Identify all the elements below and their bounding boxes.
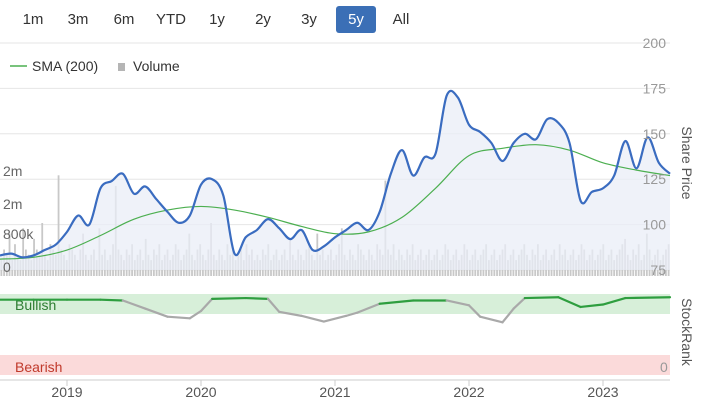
stockrank-segment [523, 296, 560, 300]
volume-legend-swatch [118, 63, 125, 71]
stockrank-segment [244, 296, 270, 300]
volume-tick-label: 2m [3, 196, 22, 212]
bearish-label: Bearish [15, 359, 62, 375]
x-axis: 2019 2020 2021 2022 2023 [51, 380, 619, 400]
chart-legend: SMA (200) Volume [10, 58, 180, 74]
price-axis-title: Share Price [679, 126, 695, 199]
x-tick-label: 2022 [453, 384, 484, 400]
sma-legend-label[interactable]: SMA (200) [32, 58, 98, 74]
volume-tick-label: 0 [3, 259, 11, 275]
stock-chart: SMA (200) Volume 200 175 150 125 100 75 Share… [0, 35, 695, 400]
x-tick-label: 2023 [587, 384, 618, 400]
volume-tick-label: 800k [3, 226, 34, 242]
stockrank-segment [479, 315, 504, 324]
price-tick-label: 125 [643, 171, 667, 187]
stockrank-segment [99, 298, 124, 302]
stockrank-segment [166, 315, 191, 320]
bearish-band [0, 355, 670, 375]
rank-axis-title: StockRank [679, 298, 695, 367]
x-tick-label: 2020 [185, 384, 216, 400]
rank-tick-label: 0 [660, 359, 668, 375]
volume-tick-label: 2m [3, 163, 22, 179]
price-tick-label: 100 [643, 217, 667, 233]
bullish-band [0, 294, 670, 314]
stockrank-segment [322, 314, 348, 323]
price-tick-label: 150 [643, 126, 667, 142]
x-tick-label: 2019 [51, 384, 82, 400]
price-area [0, 90, 670, 271]
volume-legend-label[interactable]: Volume [133, 58, 180, 74]
price-tick-label: 200 [643, 35, 667, 51]
price-tick-label: 175 [643, 80, 667, 96]
stockrank-segment [211, 296, 247, 300]
stockrank-segment [624, 296, 672, 300]
price-tick-label: 75 [650, 262, 666, 278]
stockrank-segment [300, 314, 325, 323]
x-tick-label: 2021 [319, 384, 350, 400]
